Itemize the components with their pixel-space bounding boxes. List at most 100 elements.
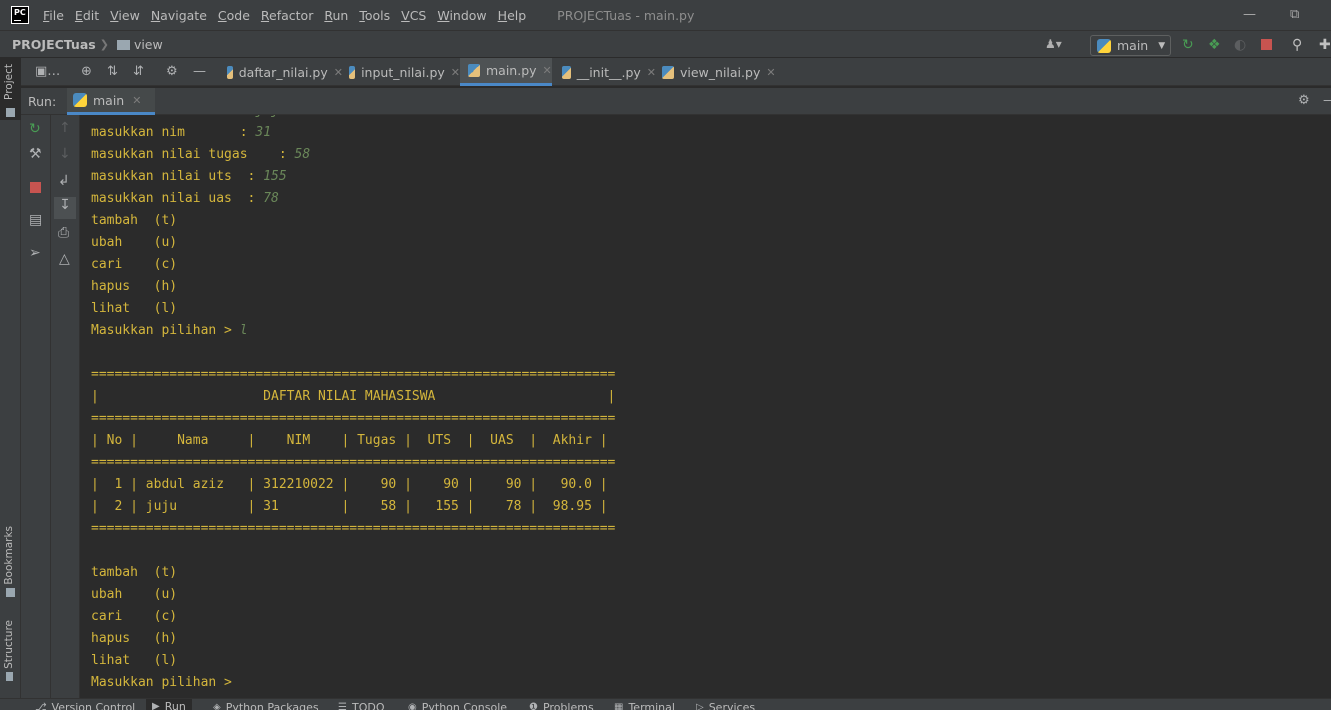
tab-terminal[interactable]: ▦ Terminal <box>614 701 675 710</box>
trash-icon[interactable]: △ <box>59 251 70 267</box>
run-configuration-select[interactable]: main ▼ <box>1090 35 1171 56</box>
console-text: tambah (t) <box>91 213 178 228</box>
console-user-input: juju <box>255 115 286 118</box>
left-tool-window-bar: Project Bookmarks Structure <box>0 58 21 698</box>
rerun-icon[interactable]: ↻ <box>1182 37 1194 53</box>
console-line: ubah (u) <box>91 232 615 254</box>
rerun-icon[interactable]: ↻ <box>29 121 41 137</box>
close-icon[interactable]: ✕ <box>647 66 656 79</box>
tab-version-control[interactable]: ⎇ Version Control <box>35 701 135 710</box>
tab-python-console[interactable]: ◉ Python Console <box>408 701 507 710</box>
menu-edit[interactable]: Edit <box>75 8 99 23</box>
soft-wrap-icon[interactable]: ↲ <box>58 173 70 189</box>
project-tool-tab[interactable]: Project <box>0 58 21 120</box>
menu-vcs[interactable]: VCS <box>401 8 426 23</box>
menu-view[interactable]: View <box>110 8 140 23</box>
menu-refactor[interactable]: Refactor <box>261 8 313 23</box>
close-icon[interactable]: ✕ <box>132 94 141 107</box>
console-user-input: 31 <box>255 125 272 140</box>
console-user-input: 155 <box>263 169 287 184</box>
project-tab-label: Project <box>3 64 15 100</box>
tab-label: Run <box>164 699 186 710</box>
expand-all-icon[interactable]: ⇅ <box>107 64 118 79</box>
hide-icon[interactable]: — <box>1323 93 1331 108</box>
arrow-down-icon[interactable]: ↓ <box>59 146 71 162</box>
close-icon[interactable]: ✕ <box>766 66 775 79</box>
structure-tab-label[interactable]: Structure <box>3 620 15 669</box>
minimize-icon[interactable]: — <box>1243 7 1256 22</box>
tab-input-nilai[interactable]: input_nilai.py ✕ <box>343 58 460 86</box>
console-text: | No | Nama | NIM | Tugas | UTS | UAS | … <box>91 433 608 448</box>
console-text: | 1 | abdul aziz | 312210022 | 90 | 90 |… <box>91 477 608 492</box>
console-text: ========================================… <box>91 455 616 470</box>
tab-run[interactable]: ▶ Run <box>146 699 192 710</box>
list-icon: ☰ <box>338 702 347 710</box>
locate-icon[interactable]: ⊕ <box>81 64 92 79</box>
collapse-all-icon[interactable]: ⇵ <box>133 64 144 79</box>
close-icon[interactable]: ✕ <box>543 64 552 77</box>
package-icon: ◈ <box>213 702 221 710</box>
settings-icon[interactable]: ✚ <box>1319 37 1331 53</box>
chevron-down-icon: ▼ <box>1158 40 1166 51</box>
restore-layout-icon[interactable]: ▤ <box>29 212 42 228</box>
console-line: masukkan nilai uas : 78 <box>91 188 615 210</box>
coverage-icon[interactable]: ◐ <box>1234 37 1246 53</box>
pin-icon[interactable]: ➢ <box>29 245 41 261</box>
run-tab-main[interactable]: main ✕ <box>67 88 155 115</box>
console-line: masukkan nama : juju <box>91 115 615 122</box>
info-icon: ❶ <box>529 702 538 710</box>
console-text: tambah (t) <box>91 565 178 580</box>
breadcrumb-folder[interactable]: view <box>134 37 163 52</box>
console-line: | DAFTAR NILAI MAHASISWA | <box>91 386 615 408</box>
arrow-up-icon[interactable]: ↑ <box>59 120 71 136</box>
menu-window[interactable]: Window <box>437 8 486 23</box>
tab-python-packages[interactable]: ◈ Python Packages <box>213 701 319 710</box>
menu-tools[interactable]: Tools <box>359 8 390 23</box>
console-line: ========================================… <box>91 518 615 540</box>
console-line: masukkan nilai tugas : 58 <box>91 144 615 166</box>
layout-icon[interactable]: ▣… <box>35 64 60 79</box>
console-text: Masukkan pilihan > <box>91 675 240 690</box>
console-text: cari (c) <box>91 609 178 624</box>
console-text: cari (c) <box>91 257 178 272</box>
run-console[interactable]: masukkan nama : jujumasukkan nim : 31mas… <box>80 115 1331 698</box>
scroll-to-end-icon[interactable]: ↧ <box>54 197 76 219</box>
hide-icon[interactable]: — <box>193 64 206 79</box>
search-icon[interactable]: ⚲ <box>1292 37 1302 53</box>
close-icon[interactable]: ✕ <box>334 66 343 79</box>
console-text: hapus (h) <box>91 631 178 646</box>
tab-services[interactable]: ▷ Services <box>696 701 755 710</box>
menu-run[interactable]: Run <box>324 8 348 23</box>
terminal-icon: ▦ <box>614 702 624 710</box>
gear-icon[interactable]: ⚙ <box>1298 93 1310 108</box>
restore-icon[interactable]: ⧉ <box>1290 7 1299 22</box>
tab-problems[interactable]: ❶ Problems <box>529 701 594 710</box>
menu-navigate[interactable]: Navigate <box>151 8 207 23</box>
menu-code[interactable]: Code <box>218 8 250 23</box>
console-line: lihat (l) <box>91 650 615 672</box>
tab-view-nilai[interactable]: view_nilai.py ✕ <box>656 58 776 86</box>
console-text: lihat (l) <box>91 301 178 316</box>
gear-icon[interactable]: ⚙ <box>166 64 178 79</box>
tab-init[interactable]: __init__.py ✕ <box>556 58 656 86</box>
tab-label: __init__.py <box>576 64 641 80</box>
tab-todo[interactable]: ☰ TODO <box>338 701 384 710</box>
user-icon[interactable]: ♟▾ <box>1045 37 1062 51</box>
stop-icon[interactable] <box>30 182 41 193</box>
menu-file[interactable]: File <box>43 8 64 23</box>
console-line: lihat (l) <box>91 298 615 320</box>
stop-icon[interactable] <box>1261 39 1272 50</box>
bookmarks-tab-label[interactable]: Bookmarks <box>3 526 15 585</box>
console-line: cari (c) <box>91 254 615 276</box>
tab-main[interactable]: main.py ✕ <box>460 58 552 86</box>
wrench-icon[interactable]: ⚒ <box>29 146 42 162</box>
menu-help[interactable]: Help <box>498 8 527 23</box>
tab-daftar-nilai[interactable]: daftar_nilai.py ✕ <box>221 58 343 86</box>
close-icon[interactable]: ✕ <box>451 66 460 79</box>
console-line: | 2 | juju | 31 | 58 | 155 | 78 | 98.95 … <box>91 496 615 518</box>
breadcrumb-project[interactable]: PROJECTuas <box>12 37 96 52</box>
print-icon[interactable]: ⎙ <box>58 225 69 241</box>
debug-icon[interactable]: ❖ <box>1208 37 1221 53</box>
tab-label: Problems <box>542 701 594 710</box>
